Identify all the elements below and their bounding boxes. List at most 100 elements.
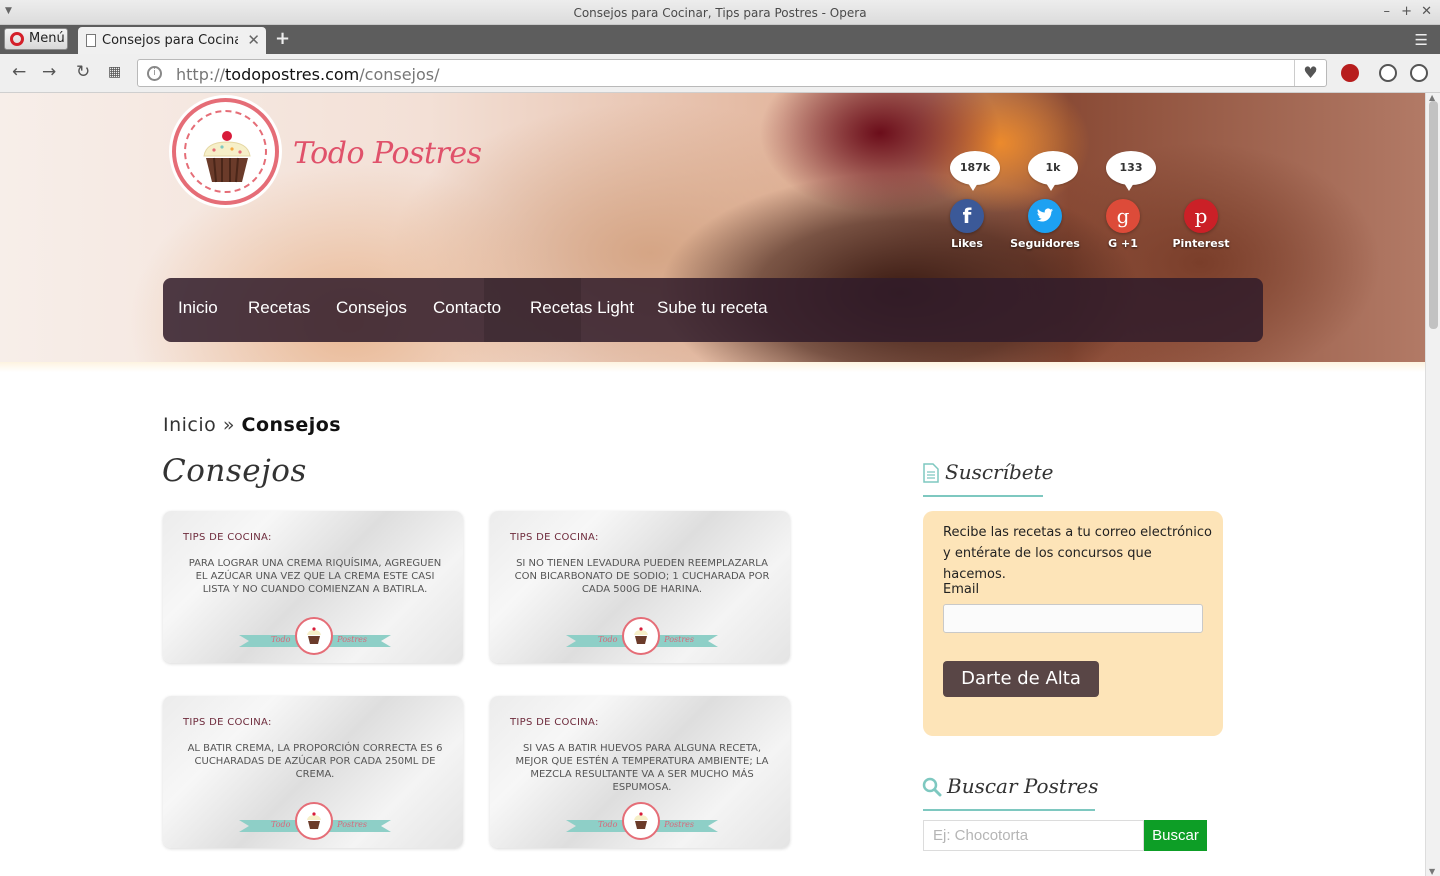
social-google-plus[interactable]: 133 g G +1 [1106, 151, 1184, 251]
tip-card[interactable]: TIPS DE COCINA: Si vas a batir huevos pa… [490, 696, 790, 848]
window-titlebar: ▼ Consejos para Cocinar, Tips para Postr… [0, 0, 1440, 25]
social-label: Pinterest [1172, 237, 1230, 250]
email-label: Email [943, 582, 980, 597]
breadcrumb: Inicio » Consejos [163, 414, 341, 436]
breadcrumb-current: Consejos [241, 414, 342, 436]
subscribe-title: Suscríbete [945, 460, 1054, 484]
search-title-underline [923, 809, 1095, 811]
opera-logo-icon [10, 32, 24, 46]
window-title: Consejos para Cocinar, Tips para Postres… [573, 6, 867, 20]
search-title: Buscar Postres [947, 774, 1099, 798]
card-logo-badge [622, 617, 660, 655]
breadcrumb-separator: » [222, 414, 235, 436]
subscribe-title-underline [923, 495, 1043, 497]
ribbon-brand-right: Postres [664, 635, 694, 644]
nav-item-contacto[interactable]: Contacto [433, 298, 501, 318]
download-icon[interactable] [1379, 64, 1397, 82]
subscribe-button[interactable]: Darte de Alta [943, 661, 1099, 697]
page-scrollbar[interactable]: ▲ ▼ [1425, 93, 1440, 876]
facebook-icon[interactable]: f [950, 199, 984, 233]
social-facebook[interactable]: 187k f Likes [950, 151, 1028, 251]
tip-card[interactable]: TIPS DE COCINA: Si no tienen levadura pu… [490, 511, 790, 663]
new-tab-button[interactable]: + [275, 28, 290, 49]
ribbon-brand-left: Todo [598, 820, 618, 829]
bookmark-heart-icon[interactable]: ♥ [1294, 60, 1326, 86]
card-logo-badge [622, 802, 660, 840]
cupcake-icon [634, 627, 648, 644]
ublock-extension-icon[interactable] [1341, 64, 1359, 82]
ribbon-brand-left: Todo [271, 635, 291, 644]
social-count: 187k [950, 151, 1000, 191]
close-window-icon[interactable]: ✕ [1421, 4, 1432, 19]
google-plus-icon[interactable]: g [1106, 199, 1140, 233]
search-input[interactable]: Ej: Chocotorta [923, 820, 1144, 851]
minimize-icon[interactable]: – [1384, 4, 1391, 19]
address-bar[interactable]: i http://todopostres.com/consejos/ ♥ [137, 59, 1327, 87]
tab-bar: Menú Consejos para Cocinar, Tips para Po… [0, 25, 1440, 54]
ribbon-brand-right: Postres [337, 820, 367, 829]
page-favicon-icon [86, 34, 96, 47]
page-title: Consejos [162, 453, 307, 489]
pinterest-icon[interactable]: p [1184, 199, 1218, 233]
subscribe-box: Recibe las recetas a tu correo electróni… [923, 511, 1223, 736]
tip-card-text: Si vas a batir huevos para alguna receta… [515, 743, 769, 793]
tip-card-title: TIPS DE COCINA: [183, 532, 272, 543]
speed-dial-icon[interactable]: ▦ [108, 64, 121, 80]
opera-menu-button[interactable]: Menú [4, 28, 68, 50]
scrollbar-thumb[interactable] [1429, 101, 1438, 329]
site-logo[interactable] [172, 98, 279, 205]
nav-item-inicio[interactable]: Inicio [178, 298, 218, 318]
cupcake-icon [203, 131, 251, 183]
social-twitter[interactable]: 1k Seguidores [1010, 151, 1106, 251]
social-count: 1k [1028, 151, 1078, 191]
site-logo-text[interactable]: Todo Postres [293, 136, 482, 171]
tip-card-title: TIPS DE COCINA: [183, 717, 272, 728]
tip-card[interactable]: TIPS DE COCINA: Para lograr una crema ri… [163, 511, 463, 663]
social-label: G +1 [1108, 237, 1138, 250]
tab-close-icon[interactable]: ✕ [247, 31, 260, 49]
email-field[interactable] [943, 604, 1203, 633]
site-header: Todo Postres 187k f Likes 1k Seguidores … [0, 93, 1425, 372]
forward-icon[interactable]: → [42, 62, 56, 82]
tip-card-text: Si no tienen levadura pueden reemplazarl… [514, 558, 770, 595]
social-label: Seguidores [1010, 237, 1080, 250]
scroll-down-icon[interactable]: ▼ [1429, 867, 1435, 876]
main-navigation: Inicio Recetas Consejos Contacto Recetas… [163, 278, 1263, 342]
nav-item-recetas[interactable]: Recetas [248, 298, 310, 318]
maximize-icon[interactable]: + [1401, 4, 1412, 19]
nav-item-sube-tu-receta[interactable]: Sube tu receta [657, 298, 768, 318]
cupcake-icon [307, 627, 321, 644]
document-icon [923, 463, 939, 483]
twitter-icon[interactable] [1028, 199, 1062, 233]
tip-card[interactable]: TIPS DE COCINA: Al batir crema, la propo… [163, 696, 463, 848]
cupcake-icon [634, 812, 648, 829]
social-pinterest[interactable]: p Pinterest [1172, 151, 1262, 251]
nav-item-recetas-light[interactable]: Recetas Light [530, 298, 634, 318]
tip-card-text: Para lograr una crema riquísima, agregue… [188, 558, 442, 595]
card-logo-badge [295, 802, 333, 840]
opera-menu-label: Menú [29, 31, 65, 46]
subscribe-intro: Recibe las recetas a tu correo electróni… [943, 525, 1212, 582]
ribbon-brand-right: Postres [664, 820, 694, 829]
nav-item-consejos[interactable]: Consejos [336, 298, 407, 318]
search-icon [922, 777, 942, 797]
ribbon-brand-left: Todo [271, 820, 291, 829]
tip-card-text: Al batir crema, la proporción correcta e… [187, 743, 443, 780]
ribbon-brand-right: Postres [337, 635, 367, 644]
account-icon[interactable] [1410, 64, 1428, 82]
url-text[interactable]: http://todopostres.com/consejos/ [176, 65, 440, 84]
tab-active[interactable]: Consejos para Cocinar, Tips para Postres… [78, 27, 266, 54]
card-logo-badge [295, 617, 333, 655]
search-button[interactable]: Buscar [1144, 820, 1207, 851]
site-info-icon[interactable]: i [147, 66, 162, 81]
tip-card-title: TIPS DE COCINA: [510, 532, 599, 543]
tip-card-title: TIPS DE COCINA: [510, 717, 599, 728]
ribbon-brand-left: Todo [598, 635, 618, 644]
tab-title: Consejos para Cocinar, Tips para Postres [102, 33, 238, 48]
header-divider [0, 362, 1425, 372]
reload-icon[interactable]: ↻ [76, 62, 90, 82]
back-icon[interactable]: ← [12, 62, 26, 82]
tab-menu-icon[interactable]: ☰ [1415, 31, 1428, 49]
cupcake-icon [307, 812, 321, 829]
breadcrumb-home[interactable]: Inicio [163, 414, 216, 436]
